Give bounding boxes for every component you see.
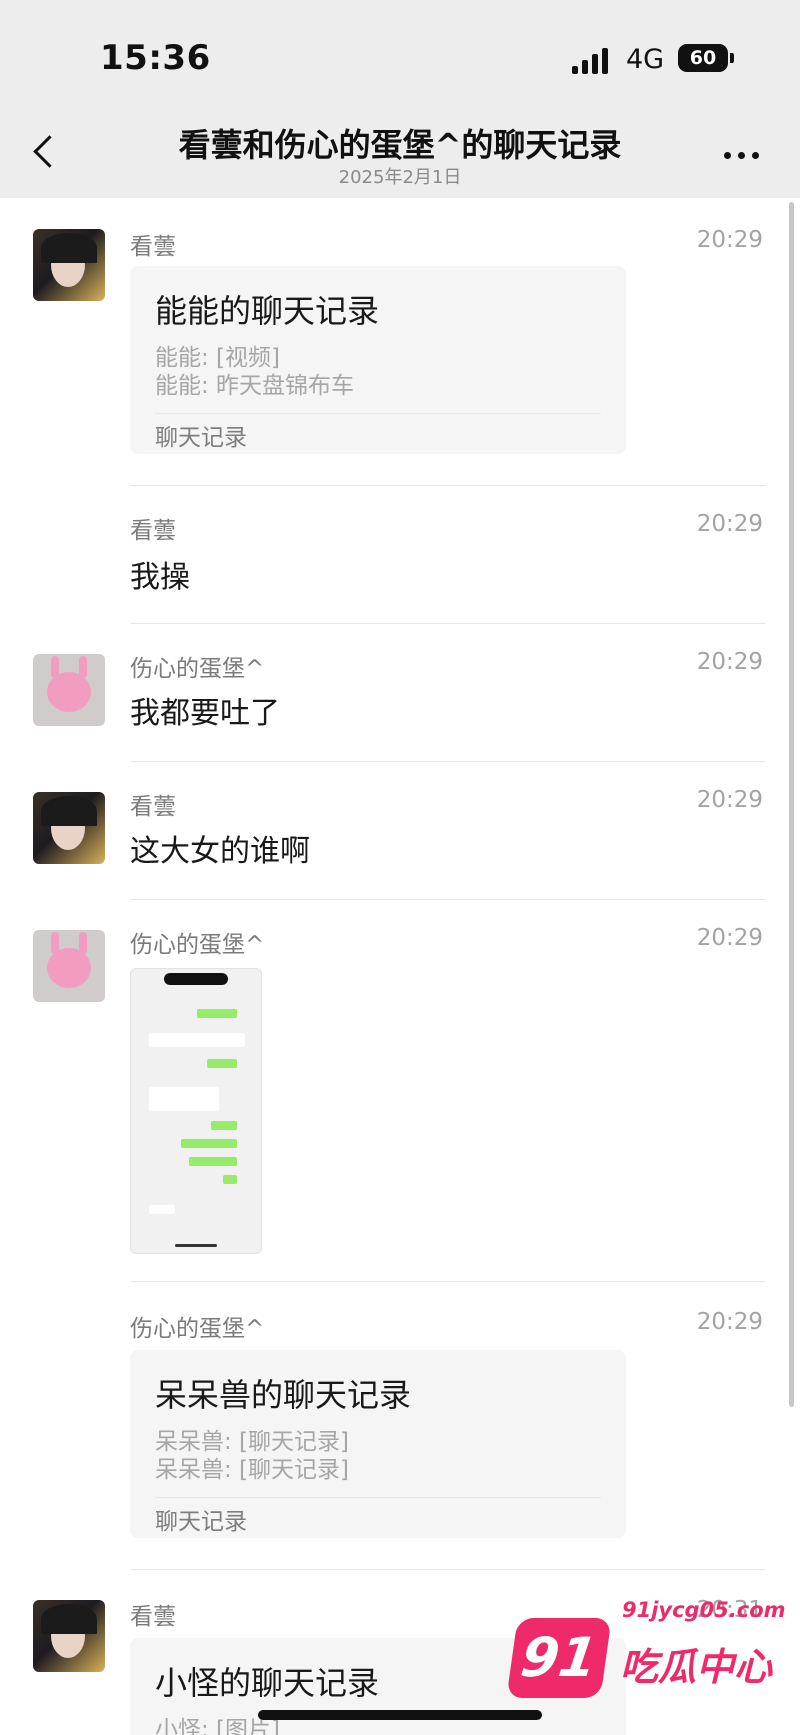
sender-name: 伤心的蛋堡^ [130,656,265,682]
message-time: 20:29 [696,649,763,675]
message-item[interactable]: 伤心的蛋堡^ 20:29 我都要吐了 [0,624,800,762]
card-title: 呆呆兽的聊天记录 [155,1376,412,1414]
network-type: 4G [626,44,665,75]
watermark-brand: 吃瓜中心 [620,1645,773,1689]
card-title: 小怪的聊天记录 [155,1664,380,1702]
battery-icon: 60 [678,44,728,72]
chat-record-card[interactable]: 呆呆兽的聊天记录 呆呆兽: [聊天记录] 呆呆兽: [聊天记录] 聊天记录 [130,1350,626,1538]
message-time: 20:29 [696,925,763,951]
battery-tip [730,53,734,63]
watermark-logo: 91 [506,1618,612,1698]
card-title: 能能的聊天记录 [155,292,380,330]
message-item[interactable]: 伤心的蛋堡^ 20:29 [0,900,800,1282]
more-options-icon[interactable] [720,148,764,164]
message-time: 20:29 [696,1309,763,1335]
avatar[interactable] [33,654,105,726]
avatar[interactable] [33,1600,105,1672]
sender-name: 看蕓 [130,518,176,544]
message-item[interactable]: 看蕓 20:29 这大女的谁啊 [0,762,800,900]
sender-name: 伤心的蛋堡^ [130,932,265,958]
message-text: 我都要吐了 [130,696,280,731]
thumbnail-home-bar [175,1244,217,1247]
sender-name: 看蕓 [130,794,176,820]
home-indicator [258,1710,542,1720]
message-text: 我操 [130,560,190,595]
card-divider [155,413,601,414]
signal-icon [572,44,612,74]
page-subtitle: 2025年2月1日 [338,167,462,188]
sender-name: 看蕓 [130,1604,176,1630]
message-item[interactable]: 看蕓 20:29 能能的聊天记录 能能: [视频] 能能: 昨天盘锦布车 聊天记… [0,198,800,486]
card-line: 能能: 昨天盘锦布车 [155,373,355,399]
card-divider [155,1497,601,1498]
page-title: 看蕓和伤心的蛋堡^的聊天记录 [178,126,622,164]
chat-history-list[interactable]: 看蕓 20:29 能能的聊天记录 能能: [视频] 能能: 昨天盘锦布车 聊天记… [0,198,800,1735]
image-thumbnail[interactable] [130,968,262,1254]
sender-name: 伤心的蛋堡^ [130,1316,265,1342]
message-time: 20:29 [696,787,763,813]
avatar[interactable] [33,792,105,864]
chat-record-card[interactable]: 能能的聊天记录 能能: [视频] 能能: 昨天盘锦布车 聊天记录 [130,266,626,454]
avatar[interactable] [33,229,105,301]
top-bar: 15:36 4G 60 看蕓和伤心的蛋堡^的聊天记录 2025年2月1日 [0,0,800,198]
message-time: 20:29 [696,227,763,253]
message-item[interactable]: 看蕓 20:29 我操 [0,486,800,624]
status-time: 15:36 [100,38,211,78]
card-line: 呆呆兽: [聊天记录] [155,1457,350,1483]
thumbnail-notch [164,973,228,985]
card-footer: 聊天记录 [155,1509,247,1535]
message-text: 这大女的谁啊 [130,834,310,869]
card-footer: 聊天记录 [155,425,247,451]
avatar[interactable] [33,930,105,1002]
watermark: 91jycg05.com 91 吃瓜中心 [506,1598,788,1718]
sender-name: 看蕓 [130,234,176,260]
message-item[interactable]: 伤心的蛋堡^ 20:29 呆呆兽的聊天记录 呆呆兽: [聊天记录] 呆呆兽: [… [0,1282,800,1570]
watermark-url: 91jycg05.com [622,1598,786,1622]
message-time: 20:29 [696,511,763,537]
